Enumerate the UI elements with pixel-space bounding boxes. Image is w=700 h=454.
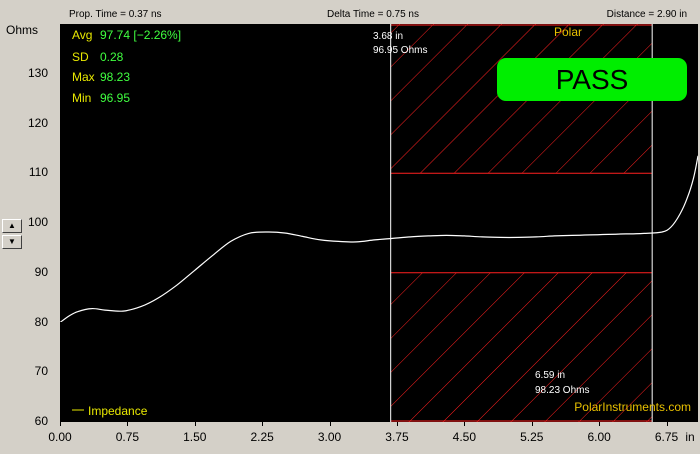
tdr-window: Prop. Time = 0.37 ns Delta Time = 0.75 n… (0, 0, 700, 454)
x-tick-label: 2.25 (250, 430, 274, 444)
y-tick-label: 120 (27, 115, 48, 130)
brand-tag: Polar (554, 25, 582, 39)
y-tick-label: 80 (34, 314, 48, 329)
x-tick (396, 422, 398, 426)
x-tick (262, 422, 264, 426)
x-tick-label: 6.00 (587, 430, 611, 444)
brand-site: PolarInstruments.com (574, 400, 691, 414)
y-tick-label: 110 (28, 165, 48, 180)
y-tick-label: 70 (34, 364, 48, 379)
y-tick-label: 60 (34, 414, 48, 428)
min-value: 96.95 (100, 91, 130, 105)
y-axis-title: Ohms (6, 23, 39, 37)
max-value: 98.23 (100, 70, 130, 84)
x-tick-label: 6.75 (654, 430, 679, 444)
scroll-down-button[interactable]: ▼ (2, 235, 22, 249)
min-label: Min (72, 91, 91, 105)
x-tick-label: 4.50 (452, 430, 477, 444)
right-cursor-value: 98.23 Ohms (535, 385, 589, 396)
x-tick-label: 3.75 (385, 430, 409, 444)
x-tick (599, 422, 601, 426)
pass-label: PASS (556, 64, 629, 95)
arrow-up-icon: ▲ (8, 221, 16, 230)
x-tick-label: 0.00 (48, 430, 72, 444)
max-label: Max (72, 70, 95, 84)
x-tick-label: 3.00 (317, 430, 342, 444)
sd-value: 0.28 (100, 50, 124, 64)
sd-label: SD (72, 50, 89, 64)
x-tick (127, 422, 129, 426)
x-tick (531, 422, 533, 426)
x-tick (60, 422, 61, 426)
x-tick (194, 422, 196, 426)
distance-readout: Distance = 2.90 in (606, 9, 687, 20)
y-tick-label: 130 (27, 65, 48, 80)
avg-value: 97.74 [−2.26%] (100, 28, 181, 42)
arrow-down-icon: ▼ (8, 237, 16, 246)
impedance-chart[interactable]: Avg 97.74 [−2.26%] SD 0.28 Max 98.23 Min… (60, 24, 698, 422)
x-tick-label: 1.50 (183, 430, 207, 444)
right-cursor-position: 6.59 in (535, 370, 565, 381)
legend-impedance: Impedance (88, 404, 148, 418)
x-tick-label: 0.75 (115, 430, 140, 444)
scroll-up-button[interactable]: ▲ (2, 219, 22, 233)
x-tick-label: 5.25 (520, 430, 544, 444)
left-cursor-value: 96.95 Ohms (373, 45, 427, 56)
x-tick (329, 422, 331, 426)
prop-time-readout: Prop. Time = 0.37 ns (69, 9, 162, 20)
x-tick (666, 422, 668, 426)
avg-label: Avg (72, 28, 92, 42)
y-tick-label: 90 (34, 264, 48, 279)
delta-time-readout: Delta Time = 0.75 ns (327, 9, 419, 20)
left-cursor-position: 3.68 in (373, 31, 403, 42)
x-tick (464, 422, 466, 426)
